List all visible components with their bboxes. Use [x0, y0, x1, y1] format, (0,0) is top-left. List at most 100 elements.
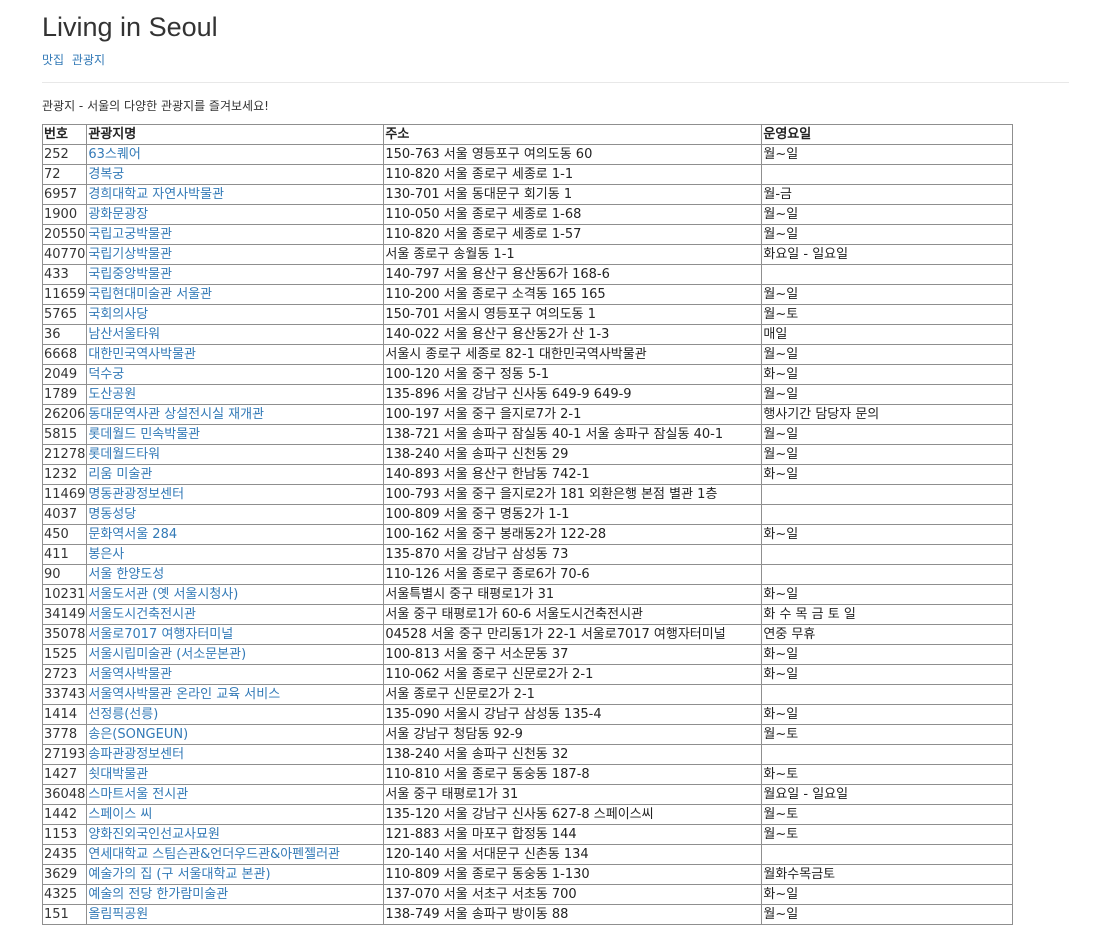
row-open-days — [761, 264, 1014, 285]
attraction-link[interactable]: 스마트서울 전시관 — [88, 787, 188, 802]
attraction-link[interactable]: 연세대학교 스팀슨관&언더우드관&아펜젤러관 — [88, 847, 340, 862]
row-name-cell: 예술의 전당 한가람미술관 — [86, 884, 385, 905]
attraction-link[interactable]: 서울도서관 (옛 서울시청사) — [88, 587, 238, 602]
row-number: 34149 — [41, 604, 88, 625]
attraction-link[interactable]: 동대문역사관 상설전시실 재개관 — [88, 407, 264, 422]
attraction-link[interactable]: 덕수궁 — [88, 367, 124, 382]
attraction-link[interactable]: 송은(SONGEUN) — [88, 727, 188, 742]
row-number: 72 — [41, 164, 88, 185]
intro-text: 관광지 - 서울의 다양한 관광지를 즐겨보세요! — [42, 99, 269, 113]
attraction-link[interactable]: 서울역사박물관 온라인 교육 서비스 — [88, 687, 280, 702]
attraction-link[interactable]: 남산서울타워 — [88, 327, 160, 342]
nav-link-attractions[interactable]: 관광지 — [72, 53, 105, 67]
row-name-cell: 서울도서관 (옛 서울시청사) — [86, 584, 385, 605]
table-row: 72 경복궁 110-820 서울 종로구 세종로 1-1 — [41, 164, 1014, 185]
table-row: 11469 명동관광정보센터 100-793 서울 중구 을지로2가 181 외환은… — [41, 484, 1014, 505]
row-address: 150-763 서울 영등포구 여의도동 60 — [383, 144, 763, 165]
row-name-cell: 서울 한양도성 — [86, 564, 385, 585]
attraction-link[interactable]: 서울 한양도성 — [88, 567, 164, 582]
attraction-link[interactable]: 양화진외국인선교사묘원 — [88, 827, 220, 842]
row-address: 138-240 서울 송파구 신천동 29 — [383, 444, 763, 465]
row-open-days — [761, 504, 1014, 525]
row-name-cell: 서울역사박물관 온라인 교육 서비스 — [86, 684, 385, 705]
attraction-link[interactable]: 예술가의 집 (구 서울대학교 본관) — [88, 867, 270, 882]
row-number: 3629 — [41, 864, 88, 885]
row-address: 서울시 종로구 세종로 82-1 대한민국역사박물관 — [383, 344, 763, 365]
attraction-link[interactable]: 명동관광정보센터 — [88, 487, 184, 502]
row-name-cell: 남산서울타워 — [86, 324, 385, 345]
row-open-days: 화 수 목 금 토 일 — [761, 604, 1014, 625]
table-row: 5765 국회의사당 150-701 서울시 영등포구 여의도동 1 월~토 — [41, 304, 1014, 325]
attraction-link[interactable]: 문화역서울 284 — [88, 527, 177, 542]
attraction-link[interactable]: 서울도시건축전시관 — [88, 607, 196, 622]
row-address: 150-701 서울시 영등포구 여의도동 1 — [383, 304, 763, 325]
attraction-link[interactable]: 송파관광정보센터 — [88, 747, 184, 762]
row-name-cell: 광화문광장 — [86, 204, 385, 225]
row-address: 135-090 서울시 강남구 삼성동 135-4 — [383, 704, 763, 725]
row-name-cell: 양화진외국인선교사묘원 — [86, 824, 385, 845]
attraction-link[interactable]: 서울로7017 여행자터미널 — [88, 627, 233, 642]
attraction-link[interactable]: 올림픽공원 — [88, 907, 148, 922]
attraction-link[interactable]: 예술의 전당 한가람미술관 — [88, 887, 228, 902]
row-name-cell: 대한민국역사박물관 — [86, 344, 385, 365]
row-number: 6957 — [41, 184, 88, 205]
row-address: 140-022 서울 용산구 용산동2가 산 1-3 — [383, 324, 763, 345]
row-number: 2723 — [41, 664, 88, 685]
attraction-link[interactable]: 롯데월드 민속박물관 — [88, 427, 200, 442]
attraction-link[interactable]: 대한민국역사박물관 — [88, 347, 196, 362]
attraction-link[interactable]: 국립기상박물관 — [88, 247, 172, 262]
row-number: 10231 — [41, 584, 88, 605]
table-row: 3629 예술가의 집 (구 서울대학교 본관) 110-809 서울 종로구 동숭… — [41, 864, 1014, 885]
row-open-days: 월~토 — [761, 304, 1014, 325]
row-address: 138-749 서울 송파구 방이동 88 — [383, 904, 763, 925]
row-number: 1414 — [41, 704, 88, 725]
attraction-link[interactable]: 봉은사 — [88, 547, 124, 562]
row-number: 151 — [41, 904, 88, 925]
row-address: 110-200 서울 종로구 소격동 165 165 — [383, 284, 763, 305]
attraction-link[interactable]: 리움 미술관 — [88, 467, 152, 482]
row-open-days: 월-금 — [761, 184, 1014, 205]
attraction-link[interactable]: 국회의사당 — [88, 307, 148, 322]
row-open-days: 화~일 — [761, 884, 1014, 905]
row-open-days: 화~일 — [761, 644, 1014, 665]
attraction-link[interactable]: 63스퀘어 — [88, 147, 140, 162]
attraction-link[interactable]: 국립현대미술관 서울관 — [88, 287, 212, 302]
page: Living in Seoul 맛집 관광지 관광지 - 서울의 다양한 관광지… — [0, 0, 1099, 925]
attraction-link[interactable]: 서울역사박물관 — [88, 667, 172, 682]
table-row: 10231 서울도서관 (옛 서울시청사) 서울특별시 중구 태평로1가 31 화~일 — [41, 584, 1014, 605]
attraction-link[interactable]: 도산공원 — [88, 387, 136, 402]
attraction-link[interactable]: 쇳대박물관 — [88, 767, 148, 782]
row-name-cell: 서울로7017 여행자터미널 — [86, 624, 385, 645]
row-name-cell: 서울역사박물관 — [86, 664, 385, 685]
attraction-link[interactable]: 명동성당 — [88, 507, 136, 522]
row-address: 120-140 서울 서대문구 신촌동 134 — [383, 844, 763, 865]
row-number: 4037 — [41, 504, 88, 525]
row-name-cell: 경희대학교 자연사박물관 — [86, 184, 385, 205]
nav-link-restaurants[interactable]: 맛집 — [42, 53, 64, 67]
row-number: 40770 — [41, 244, 88, 265]
row-name-cell: 리움 미술관 — [86, 464, 385, 485]
attraction-link[interactable]: 국립고궁박물관 — [88, 227, 172, 242]
table-row: 33743 서울역사박물관 온라인 교육 서비스 서울 종로구 신문로2가 2-1 — [41, 684, 1014, 705]
row-address: 110-050 서울 종로구 세종로 1-68 — [383, 204, 763, 225]
attraction-link[interactable]: 서울시립미술관 (서소문본관) — [88, 647, 246, 662]
row-name-cell: 도산공원 — [86, 384, 385, 405]
attraction-link[interactable]: 경희대학교 자연사박물관 — [88, 187, 224, 202]
attraction-link[interactable]: 경복궁 — [88, 167, 124, 182]
row-address: 135-120 서울 강남구 신사동 627-8 스페이스씨 — [383, 804, 763, 825]
header-number: 번호 — [41, 124, 88, 145]
attraction-link[interactable]: 광화문광장 — [88, 207, 148, 222]
row-address: 100-197 서울 중구 을지로7가 2-1 — [383, 404, 763, 425]
row-name-cell: 경복궁 — [86, 164, 385, 185]
row-address: 100-813 서울 중구 서소문동 37 — [383, 644, 763, 665]
attraction-link[interactable]: 국립중앙박물관 — [88, 267, 172, 282]
row-number: 36048 — [41, 784, 88, 805]
row-number: 1427 — [41, 764, 88, 785]
attraction-link[interactable]: 선정릉(선릉) — [88, 707, 158, 722]
top-nav: 맛집 관광지 — [42, 52, 1069, 68]
row-name-cell: 명동관광정보센터 — [86, 484, 385, 505]
attraction-link[interactable]: 스페이스 씨 — [88, 807, 152, 822]
attraction-link[interactable]: 롯데월드타워 — [88, 447, 160, 462]
table-row: 433 국립중앙박물관 140-797 서울 용산구 용산동6가 168-6 — [41, 264, 1014, 285]
table-row: 27193 송파관광정보센터 138-240 서울 송파구 신천동 32 — [41, 744, 1014, 765]
